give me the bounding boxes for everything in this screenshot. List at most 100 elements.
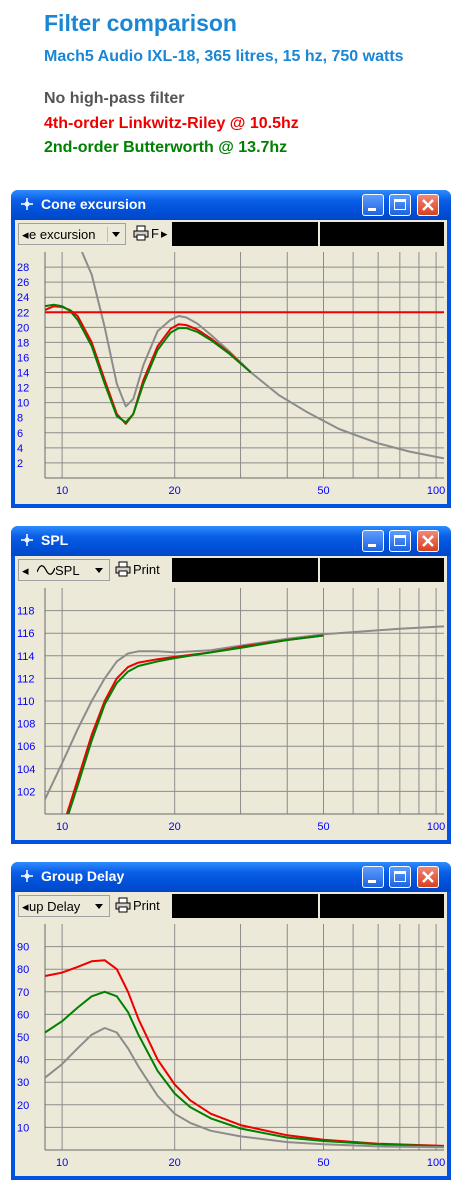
legend-lr4: 4th-order Linkwitz-Riley @ 10.5hz xyxy=(44,115,299,132)
y-tick-label: 70 xyxy=(17,987,29,999)
x-tick-label: 100 xyxy=(427,485,445,497)
x-tick-label: 50 xyxy=(317,485,329,497)
window-group-delay: Group Delay ◂ up Delay Print 10 20 30 40 50 6… xyxy=(11,862,451,1180)
x-tick-label: 50 xyxy=(317,821,329,833)
window-titlebar[interactable]: SPL xyxy=(11,526,451,556)
toolbar: ◂ e excursion F ▸ xyxy=(15,220,447,248)
print-button[interactable]: F ▸ xyxy=(133,223,169,245)
y-tick-label: 12 xyxy=(17,383,29,395)
page-title: Filter comparison xyxy=(44,10,237,36)
close-button[interactable] xyxy=(417,866,439,888)
graph-select-dropdown[interactable]: ◂ up Delay xyxy=(18,895,110,917)
y-tick-label: 16 xyxy=(17,352,29,364)
x-tick-label: 10 xyxy=(56,1157,68,1169)
y-tick-label: 106 xyxy=(17,741,35,753)
x-tick-label: 50 xyxy=(317,1157,329,1169)
print-button[interactable]: Print xyxy=(115,559,167,581)
group-delay-chart: 10 20 30 40 50 60 70 80 90 10 20 50 100 xyxy=(17,924,445,1169)
y-tick-label: 112 xyxy=(17,673,35,685)
window-client: ◂ e excursion F ▸ 2 4 6 8 10 12 14 16 18 20 22 24 26… xyxy=(15,220,447,504)
readout-right xyxy=(320,558,444,582)
maximize-button[interactable] xyxy=(389,530,411,552)
scroll-left-icon: ◂ xyxy=(22,563,29,578)
y-tick-label: 60 xyxy=(17,1009,29,1021)
window-title: Cone excursion xyxy=(41,196,147,212)
crosshair-icon xyxy=(21,870,33,882)
minimize-button[interactable] xyxy=(362,530,384,552)
maximize-icon xyxy=(394,871,406,882)
minimize-button[interactable] xyxy=(362,194,384,216)
scroll-left-icon: ◂ xyxy=(22,899,29,914)
print-label: Print xyxy=(133,898,160,913)
y-tick-label: 80 xyxy=(17,964,29,976)
printer-icon xyxy=(115,897,131,913)
window-titlebar[interactable]: Group Delay xyxy=(11,862,451,892)
graph-select-dropdown[interactable]: ◂ SPL xyxy=(18,559,110,581)
readout-left xyxy=(172,894,318,918)
scroll-right-icon: ▸ xyxy=(161,226,168,241)
maximize-button[interactable] xyxy=(389,194,411,216)
y-tick-label: 4 xyxy=(17,443,23,455)
graph-select-dropdown[interactable]: ◂ e excursion xyxy=(18,223,126,245)
y-tick-label: 6 xyxy=(17,428,23,440)
crosshair-icon xyxy=(21,198,33,210)
chevron-down-icon xyxy=(107,227,124,242)
y-tick-label: 108 xyxy=(17,719,35,731)
y-tick-label: 8 xyxy=(17,413,23,425)
plot-area: 10 20 30 40 50 60 70 80 90 10 20 50 100 xyxy=(15,920,447,1176)
minimize-icon xyxy=(368,208,376,211)
window-cone-excursion: Cone excursion ◂ e excursion F ▸ 2 4 6 8 10 1… xyxy=(11,190,451,508)
x-tick-label: 20 xyxy=(169,821,181,833)
waveform-icon xyxy=(37,565,55,575)
readout-right xyxy=(320,222,444,246)
y-tick-label: 18 xyxy=(17,337,29,349)
y-tick-label: 114 xyxy=(17,651,35,663)
dropdown-label: up Delay xyxy=(29,899,81,914)
y-tick-label: 2 xyxy=(17,458,23,470)
close-button[interactable] xyxy=(417,194,439,216)
cone-excursion-chart: 24681012141618202224262810 20 50 100 xyxy=(17,252,445,497)
y-tick-label: 10 xyxy=(17,398,29,410)
y-tick-label: 110 xyxy=(17,696,35,708)
y-tick-label: 24 xyxy=(17,292,29,304)
minimize-button[interactable] xyxy=(362,866,384,888)
y-tick-label: 102 xyxy=(17,786,35,798)
maximize-icon xyxy=(394,535,406,546)
window-title: SPL xyxy=(41,532,69,548)
print-label: F xyxy=(151,226,159,241)
y-tick-label: 90 xyxy=(17,942,29,954)
y-tick-label: 40 xyxy=(17,1055,29,1067)
y-tick-label: 118 xyxy=(17,606,35,618)
window-client: ◂ SPL Print 102 104 106 108 110 112 114 116 118 1… xyxy=(15,556,447,840)
readout-left xyxy=(172,222,318,246)
x-tick-label: 10 xyxy=(56,485,68,497)
y-tick-label: 26 xyxy=(17,277,29,289)
y-tick-label: 104 xyxy=(17,764,35,776)
page-subtitle: Mach5 Audio IXL-18, 365 litres, 15 hz, 7… xyxy=(44,48,404,65)
scroll-left-icon: ◂ xyxy=(22,227,29,242)
maximize-button[interactable] xyxy=(389,866,411,888)
y-tick-label: 20 xyxy=(17,322,29,334)
plot-area: 102 104 106 108 110 112 114 116 118 10 20 50 100 xyxy=(15,584,447,840)
x-tick-label: 20 xyxy=(169,1157,181,1169)
printer-icon xyxy=(133,225,149,241)
window-spl: SPL ◂ SPL Print 102 104 106 108 110 112 114 116… xyxy=(11,526,451,844)
spl-chart: 102 104 106 108 110 112 114 116 118 10 20 50 100 xyxy=(17,588,445,833)
y-tick-label: 50 xyxy=(17,1032,29,1044)
dropdown-label: e excursion xyxy=(29,227,96,242)
legend-no-hp: No high-pass filter xyxy=(44,90,185,107)
y-tick-label: 10 xyxy=(17,1122,29,1134)
close-icon xyxy=(422,871,434,883)
window-titlebar[interactable]: Cone excursion xyxy=(11,190,451,220)
x-tick-label: 100 xyxy=(427,821,445,833)
y-tick-label: 22 xyxy=(17,307,29,319)
x-tick-label: 10 xyxy=(56,821,68,833)
chevron-down-icon xyxy=(91,563,107,578)
crosshair-icon xyxy=(21,534,33,546)
toolbar: ◂ up Delay Print xyxy=(15,892,447,920)
x-tick-label: 100 xyxy=(427,1157,445,1169)
dropdown-label: SPL xyxy=(55,563,80,578)
window-title: Group Delay xyxy=(41,868,125,884)
close-button[interactable] xyxy=(417,530,439,552)
print-button[interactable]: Print xyxy=(115,895,167,917)
